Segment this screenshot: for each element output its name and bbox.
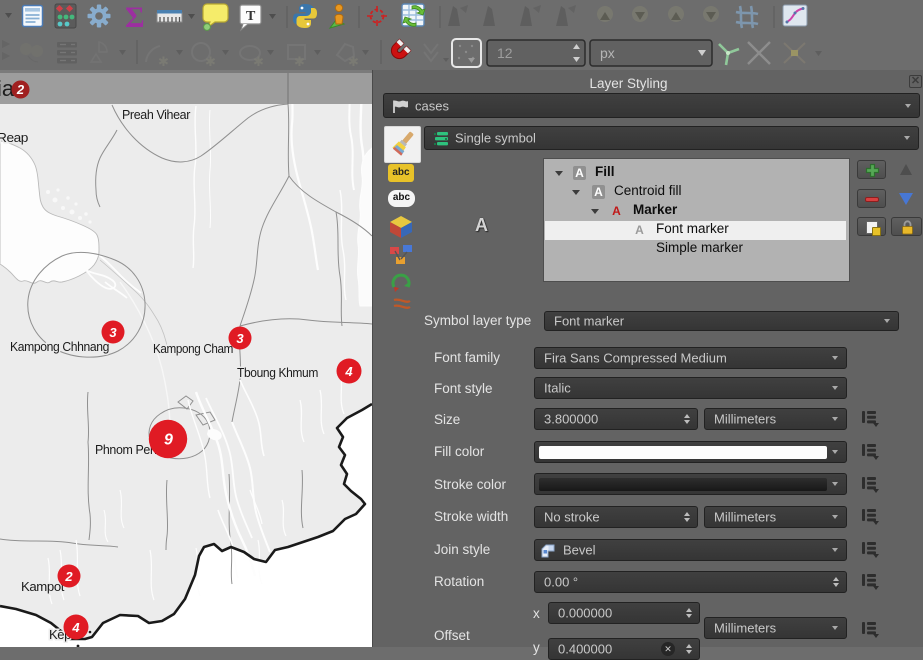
svg-text:Kampot: Kampot [21, 579, 65, 594]
svg-text:Σ: Σ [125, 1, 145, 34]
svg-text:9: 9 [164, 432, 173, 449]
svg-text:3: 3 [236, 331, 244, 346]
svg-text:Kampong Chhnang: Kampong Chhnang [10, 339, 109, 354]
svg-text:Tboung Khmum: Tboung Khmum [237, 365, 318, 380]
svg-text:✱: ✱ [348, 54, 359, 69]
svg-text:Preah Vihear: Preah Vihear [122, 107, 191, 122]
svg-text:T: T [246, 9, 256, 24]
svg-text:✱: ✱ [158, 54, 169, 69]
svg-text:Reap: Reap [0, 130, 28, 145]
svg-text:4: 4 [71, 620, 80, 635]
svg-text:✱: ✱ [294, 54, 305, 69]
svg-text:px: px [600, 45, 615, 61]
svg-text:12: 12 [497, 45, 513, 61]
svg-text:4: 4 [344, 364, 353, 379]
svg-text:2: 2 [16, 82, 25, 97]
svg-text:✱: ✱ [205, 54, 216, 69]
svg-text:Kampong Cham: Kampong Cham [153, 341, 233, 356]
svg-text:3: 3 [109, 325, 117, 340]
svg-text:2: 2 [64, 569, 73, 584]
svg-text:✱: ✱ [253, 54, 264, 69]
